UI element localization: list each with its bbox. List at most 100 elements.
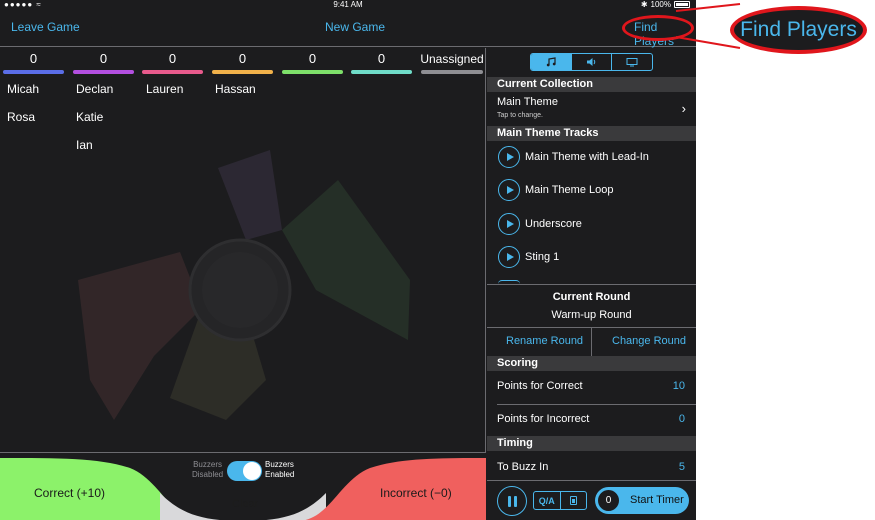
team-5-score: 0	[308, 51, 317, 66]
points-correct-row[interactable]: Points for Correct 10	[487, 372, 696, 404]
player-name[interactable]: Declan	[76, 82, 113, 96]
collection-hint: Tap to change.	[497, 112, 543, 119]
timer-count: 0	[597, 489, 620, 512]
speaker-icon	[586, 58, 595, 66]
player-name[interactable]: Hassan	[215, 82, 256, 96]
current-collection-header: Current Collection	[487, 77, 696, 92]
play-icon	[498, 146, 520, 168]
pause-icon	[507, 495, 511, 507]
music-tab[interactable]	[531, 54, 571, 70]
buzzers-disabled-label: Buzzers Disabled	[192, 460, 224, 480]
pause-button[interactable]	[497, 486, 527, 516]
team-6-column[interactable]: 0	[348, 48, 415, 74]
qa-toggle: Q/A	[533, 491, 587, 510]
scoring-header: Scoring	[487, 356, 696, 371]
team-4-column[interactable]: 0	[209, 48, 276, 74]
track-item[interactable]: Underscore	[498, 212, 582, 236]
find-players-button[interactable]: Find Players	[634, 20, 696, 48]
points-incorrect-row[interactable]: Points for Incorrect 0	[487, 405, 696, 435]
team-1-score: 0	[29, 51, 38, 66]
media-tabs	[530, 53, 653, 71]
new-game-button[interactable]: New Game	[325, 20, 385, 34]
team-3-column[interactable]: 0	[139, 48, 206, 74]
chevron-right-icon: ›	[681, 101, 686, 116]
leave-game-button[interactable]: Leave Game	[11, 20, 80, 34]
buzzers-enabled-line1: Buzzers	[265, 460, 294, 469]
team-6-color-bar	[351, 70, 412, 74]
status-bar: ●●●●● ≈ 9:41 AM ✱ 100%	[0, 0, 696, 10]
status-time: 9:41 AM	[333, 0, 363, 9]
qa-mode-button[interactable]: Q/A	[534, 492, 560, 509]
correct-button[interactable]: Correct (+10)	[34, 486, 105, 500]
player-name[interactable]: Micah	[7, 82, 39, 96]
battery-percent: 100%	[650, 0, 671, 9]
sound-tab[interactable]	[570, 54, 612, 70]
team-1-column[interactable]: 0	[0, 48, 67, 74]
team-2-column[interactable]: 0	[70, 48, 137, 74]
status-right: ✱ 100%	[641, 0, 690, 9]
track-label: Underscore	[525, 218, 582, 230]
buzz-in-label: To Buzz In	[497, 461, 549, 473]
timer-toolbar: Q/A 0 Start Timer	[487, 480, 696, 520]
scoring-controls: Correct (+10) Incorrect (−0) Clear Buzze…	[0, 452, 486, 520]
zoomed-find-players-text: Find Players	[740, 18, 857, 41]
zoomed-find-players-callout: Find Players	[730, 6, 867, 54]
start-timer-button[interactable]: 0 Start Timer	[595, 487, 689, 514]
team-4-color-bar	[212, 70, 273, 74]
team-3-score: 0	[168, 51, 177, 66]
points-correct-value: 10	[672, 380, 685, 392]
player-name[interactable]: Rosa	[7, 110, 35, 124]
incorrect-button[interactable]: Incorrect (−0)	[380, 486, 452, 500]
track-label: Main Theme Loop	[525, 184, 614, 196]
unassigned-column[interactable]: Unassigned	[418, 48, 486, 74]
collection-row[interactable]: Main Theme Tap to change. ›	[487, 92, 696, 126]
display-icon	[626, 58, 638, 67]
right-panel: Current Collection Main Theme Tap to cha…	[487, 48, 696, 520]
pause-icon	[513, 495, 517, 507]
clear-button[interactable]: Clear	[232, 498, 258, 510]
points-incorrect-label: Points for Incorrect	[497, 413, 590, 425]
team-1-color-bar	[3, 70, 64, 74]
buzzers-toggle[interactable]	[227, 461, 262, 481]
track-label: Sting 1	[525, 251, 560, 263]
round-buttons-divider	[591, 327, 592, 356]
team-6-score: 0	[377, 51, 386, 66]
change-round-button[interactable]: Change Round	[612, 335, 686, 347]
current-round-title: Current Round	[552, 291, 631, 303]
rename-round-button[interactable]: Rename Round	[506, 335, 583, 347]
buzzers-disabled-line2: Disabled	[192, 470, 224, 479]
battery-icon	[674, 1, 690, 8]
team-4-score: 0	[238, 51, 247, 66]
display-tab[interactable]	[611, 54, 652, 70]
start-timer-label: Start Timer	[630, 494, 684, 506]
team-5-column[interactable]: 0	[279, 48, 346, 74]
team-2-color-bar	[73, 70, 134, 74]
buzzers-enabled-label: Buzzers Enabled	[265, 460, 294, 480]
team-5-color-bar	[282, 70, 343, 74]
divider	[487, 284, 696, 285]
team-board: 0 0 0 0 0 0 Unassigned Micah Rosa Declan…	[0, 48, 486, 452]
track-item[interactable]: Sting 1	[498, 245, 559, 269]
notes-mode-button[interactable]	[559, 492, 587, 509]
unassigned-label: Unassigned	[420, 52, 484, 66]
current-round-name: Warm-up Round	[551, 309, 632, 321]
toggle-knob	[243, 462, 261, 480]
play-icon	[498, 179, 520, 201]
play-icon	[498, 213, 520, 235]
buzzer-logo-graphic	[78, 150, 410, 420]
ipad-app-screen: ●●●●● ≈ 9:41 AM ✱ 100% Leave Game New Ga…	[0, 0, 696, 520]
buzz-in-row[interactable]: To Buzz In 5	[487, 452, 696, 480]
bluetooth-icon: ✱	[640, 0, 648, 9]
timing-header: Timing	[487, 436, 696, 451]
tracks-header: Main Theme Tracks	[487, 126, 696, 141]
player-name[interactable]: Katie	[76, 110, 103, 124]
buzzers-enabled-line2: Enabled	[265, 470, 295, 479]
track-item[interactable]: Main Theme Loop	[498, 178, 613, 202]
points-incorrect-value: 0	[678, 413, 685, 425]
track-item[interactable]: Main Theme with Lead-In	[498, 145, 649, 169]
unassigned-color-bar	[421, 70, 483, 74]
team-3-color-bar	[142, 70, 203, 74]
nav-bar: Leave Game New Game Find Players	[0, 10, 696, 48]
player-name[interactable]: Lauren	[146, 82, 183, 96]
team-2-score: 0	[99, 51, 108, 66]
